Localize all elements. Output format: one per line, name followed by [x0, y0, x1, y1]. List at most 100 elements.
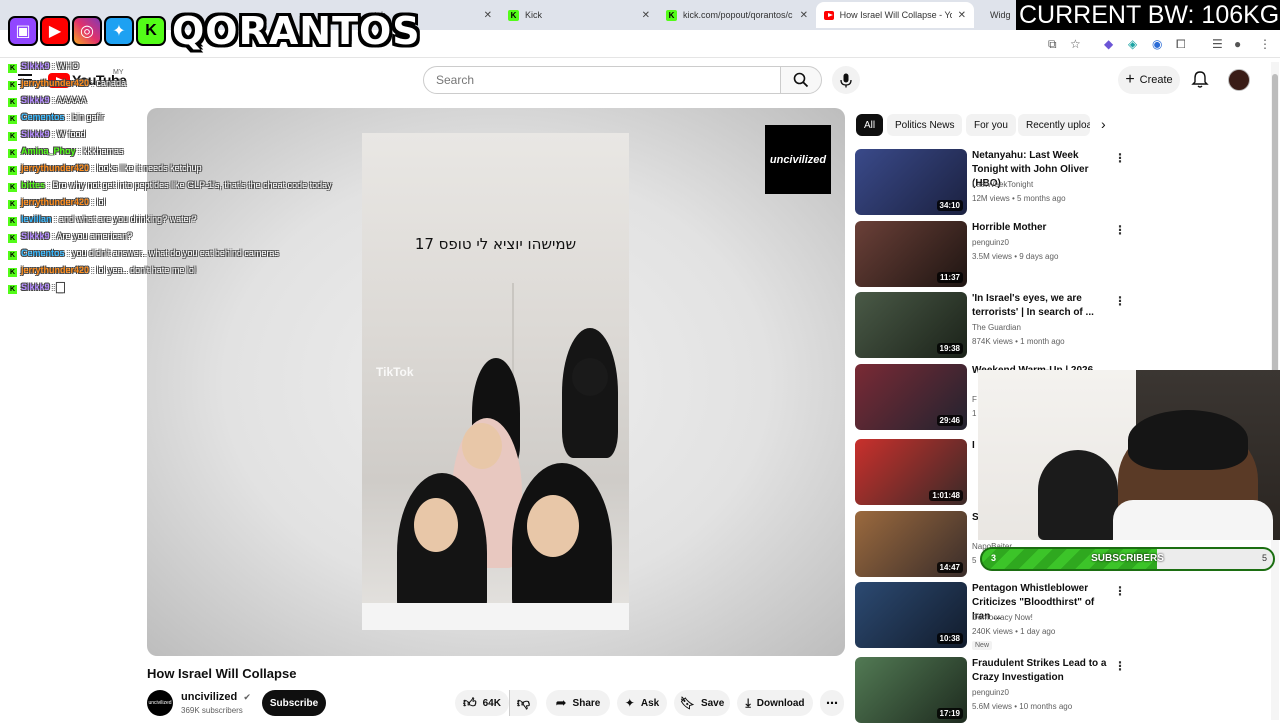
search-input[interactable]: Search [423, 66, 781, 94]
share-button[interactable]: ➦ Share [546, 690, 610, 716]
chat-username: Sikkk9 [21, 231, 50, 241]
chat-username: Amina_Phoy [21, 146, 76, 156]
dislike-button[interactable]: 👎︎ [509, 690, 537, 716]
chat-username: Sikkk9 [21, 61, 50, 71]
more-actions-button[interactable]: ⋯ [820, 690, 844, 716]
browser-tab[interactable]: K kick.com/popout/qorantos/chat ✕ [658, 2, 816, 28]
chat-text: : you didn't answer.. what do you eat be… [67, 248, 279, 258]
more-vertical-icon[interactable]: ⋮ [1114, 659, 1126, 673]
kick-badge-icon: K [8, 268, 17, 277]
download-button[interactable]: ⤓ Download [737, 690, 813, 716]
chat-username: jerrythunder420 [21, 78, 90, 88]
create-label: Create [1139, 74, 1173, 86]
recommendation-item[interactable]: 34:10 Netanyahu: Last Week Tonight with … [855, 149, 1135, 217]
person-face [572, 358, 608, 396]
video-thumbnail[interactable]: 11:37 [855, 221, 967, 287]
save-button[interactable]: 🔖︎ Save [674, 690, 730, 716]
bitrate-overlay: CURRENT BW: 106KG [1016, 0, 1280, 30]
account-avatar[interactable] [1228, 69, 1250, 91]
chevron-right-icon[interactable]: › [1101, 116, 1106, 132]
bookmark-icon: 🔖︎ [679, 696, 695, 710]
recommendation-channel[interactable]: penguinz0 [972, 238, 1009, 247]
browser-tab[interactable]: K Kick ✕ [500, 2, 658, 28]
browser-menu-icon[interactable]: ⋮ [1259, 37, 1271, 51]
recommendation-channel[interactable]: penguinz0 [972, 688, 1009, 697]
new-badge: New [972, 641, 993, 650]
bookmark-star-icon[interactable]: ☆ [1070, 37, 1081, 51]
more-vertical-icon[interactable]: ⋮ [1114, 151, 1126, 165]
chat-username: bittes [21, 180, 46, 190]
video-duration: 29:46 [936, 415, 963, 426]
chat-text: : AAAAA [52, 95, 87, 105]
close-icon[interactable]: ✕ [794, 10, 808, 21]
goal-label: SUBSCRIBERS [1091, 553, 1164, 564]
video-thumbnail[interactable]: 14:47 [855, 511, 967, 577]
channel-watermark[interactable]: uncivilized [765, 125, 831, 194]
recommendation-channel[interactable]: The Guardian [972, 323, 1021, 332]
recommendation-channel[interactable]: LastWeekTonight [972, 180, 1033, 189]
close-icon[interactable]: ✕ [636, 10, 650, 21]
tab-list-icon[interactable]: ☰ [1212, 37, 1223, 51]
profile-icon[interactable]: ● [1234, 37, 1241, 51]
extensions-puzzle-icon[interactable]: ⧠ [1176, 37, 1186, 52]
tab-label: kick.com/popout/qorantos/chat [683, 10, 793, 20]
close-icon[interactable]: ✕ [478, 10, 492, 21]
video-thumbnail[interactable]: 1:01:48 [855, 439, 967, 505]
chip-recently-uploaded[interactable]: Recently uploaded [1018, 114, 1090, 136]
close-icon[interactable]: ✕ [952, 10, 966, 21]
chip-politics-news[interactable]: Politics News [887, 114, 963, 136]
extension-icon[interactable]: ◆ [1104, 37, 1113, 51]
kick-icon: K [136, 16, 166, 46]
youtube-favicon-icon [824, 10, 834, 20]
create-button[interactable]: + Create [1118, 66, 1180, 94]
video-duration: 34:10 [936, 200, 963, 211]
recommendation-title[interactable]: Fraudulent Strikes Lead to a Crazy Inves… [972, 657, 1112, 685]
video-thumbnail[interactable]: 19:38 [855, 292, 967, 358]
voice-search-button[interactable] [832, 66, 860, 94]
recommendation-channel[interactable]: F [972, 395, 977, 404]
ask-label: Ask [640, 697, 660, 709]
download-icon: ⤓ [745, 695, 751, 710]
scrollbar-thumb[interactable] [1272, 74, 1278, 400]
recommendation-item[interactable]: 17:19 Fraudulent Strikes Lead to a Crazy… [855, 657, 1135, 725]
chip-for-you[interactable]: For you [966, 114, 1016, 136]
like-button[interactable]: 👍︎ 64K [455, 690, 509, 716]
ask-button[interactable]: ✦ Ask [617, 690, 667, 716]
recommendation-channel[interactable]: Democracy Now! [972, 613, 1033, 622]
recommendation-title[interactable]: Horrible Mother [972, 221, 1112, 235]
channel-avatar[interactable]: uncivilized [147, 690, 173, 716]
stream-logo-overlay: ▣ ▶ ◎ ✦ K QORANTOS [8, 5, 421, 57]
search-button[interactable] [780, 66, 822, 94]
video-thumbnail[interactable]: 10:38 [855, 582, 967, 648]
streamer-name: QORANTOS [172, 9, 421, 53]
recommendation-item[interactable]: 19:38 'In Israel's eyes, we are terroris… [855, 292, 1135, 360]
chat-text: : Are you american? [52, 231, 133, 241]
chat-message: K Cementos : bin gafir [8, 109, 348, 126]
video-duration: 19:38 [936, 343, 963, 354]
browser-tab-active[interactable]: How Israel Will Collapse - YouTube ✕ [816, 2, 974, 28]
chat-username: Sikkk9 [21, 282, 50, 292]
recommendation-title[interactable]: 'In Israel's eyes, we are terrorists' | … [972, 292, 1112, 320]
chat-username: Cementos [21, 112, 65, 122]
tab-label: Kick [525, 10, 543, 20]
video-thumbnail[interactable]: 34:10 [855, 149, 967, 215]
extension-icon[interactable]: ◈ [1128, 37, 1137, 51]
tab-label: Widg [990, 10, 1011, 20]
video-thumbnail[interactable]: 17:19 [855, 657, 967, 723]
chat-message: K Amina_Phoy : kkkhamas [8, 143, 348, 160]
video-thumbnail[interactable]: 29:46 [855, 364, 967, 430]
more-vertical-icon[interactable]: ⋮ [1114, 223, 1126, 237]
recommendation-meta: 5.6M views • 10 months ago [972, 702, 1073, 711]
subscribe-button[interactable]: Subscribe [262, 690, 326, 716]
recommendation-item[interactable]: 10:38 Pentagon Whistleblower Criticizes … [855, 582, 1135, 650]
notifications-bell-icon[interactable] [1191, 70, 1209, 89]
video-duration: 17:19 [936, 708, 963, 719]
install-icon[interactable]: ⧉ [1048, 37, 1057, 52]
chat-message: K Cementos : you didn't answer.. what do … [8, 245, 348, 262]
recommendation-item[interactable]: 11:37 Horrible Mother penguinz0 3.5M vie… [855, 221, 1135, 289]
chip-all[interactable]: All [856, 114, 884, 136]
more-vertical-icon[interactable]: ⋮ [1114, 294, 1126, 308]
extension-icon[interactable]: ◉ [1152, 37, 1162, 51]
more-vertical-icon[interactable]: ⋮ [1114, 584, 1126, 598]
channel-name[interactable]: uncivilized ✔ [181, 691, 251, 703]
